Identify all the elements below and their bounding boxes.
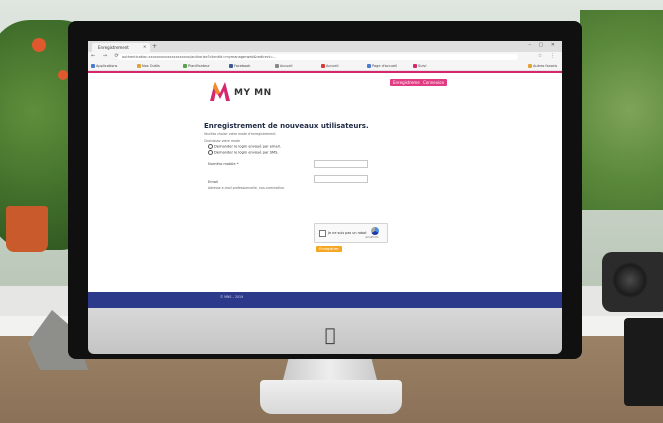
- tab-title: Enregistrement: [98, 45, 129, 50]
- radio-icon: [208, 144, 213, 149]
- url-field[interactable]: authentication.xxxxxxxxxxxxxxxxxxxx/auth…: [118, 54, 518, 60]
- bookmark-item[interactable]: Planificateur: [183, 63, 210, 69]
- bookmark-item[interactable]: Nos Outils: [137, 63, 160, 69]
- browser-tab[interactable]: Enregistrement: [92, 43, 150, 52]
- page-content: MY MN Enregistrement Connexion Enregistr…: [88, 73, 562, 308]
- page-footer: © MNS – 2019: [88, 292, 562, 308]
- bookmark-label: Page d'accueil: [372, 64, 398, 68]
- new-tab-icon[interactable]: +: [152, 43, 157, 50]
- bookmark-item[interactable]: Facebook: [229, 63, 250, 69]
- speaker: [624, 318, 663, 406]
- recaptcha-label: Je ne suis pas un robot: [328, 231, 367, 235]
- bookmark-label: Planificateur: [188, 64, 210, 68]
- form-title: Enregistrement de nouveaux utilisateurs.: [204, 122, 369, 130]
- bookmark-icon: [367, 64, 371, 68]
- monitor-stand-base: [260, 380, 402, 414]
- radio-sms-option[interactable]: Demander le login envoyé par SMS.: [208, 150, 279, 155]
- window-controls[interactable]: – ▢ ✕: [528, 42, 558, 48]
- email-help: Adresse e-mail professionnelle, non-nomi…: [208, 186, 285, 190]
- bookmark-label: Autres favoris: [533, 64, 558, 68]
- phone-label: Numéro mobile *: [208, 162, 239, 166]
- logo-text: MY MN: [234, 88, 272, 98]
- bookmark-item[interactable]: Accueil: [321, 63, 339, 69]
- bookmark-icon: [91, 64, 95, 68]
- bookmark-label: Nos Outils: [142, 64, 160, 68]
- flower: [32, 38, 46, 52]
- bookmark-item[interactable]: Page d'accueil: [367, 63, 397, 69]
- browser-addressbar: ← → ⟳ authentication.xxxxxxxxxxxxxxxxxxx…: [88, 52, 562, 62]
- bookmark-icon: [183, 64, 187, 68]
- flower: [58, 70, 68, 80]
- bookmark-item[interactable]: Suivi: [413, 63, 426, 69]
- mode-label: Choisissez votre mode: [204, 139, 240, 143]
- plant-pot: [6, 206, 48, 252]
- bookmark-icon: [321, 64, 325, 68]
- footer-text: © MNS – 2019: [220, 295, 244, 299]
- bookmark-item[interactable]: Autres favoris: [528, 63, 557, 69]
- radio-email-label: Demander le login envoyé par email.: [214, 144, 281, 149]
- camera-lens: [612, 262, 648, 298]
- browser-tabbar: Enregistrement ✕ + – ▢ ✕: [88, 41, 562, 52]
- bookmark-icon: [275, 64, 279, 68]
- recaptcha-checkbox[interactable]: [319, 230, 326, 237]
- bookmark-label: Accueil: [326, 64, 339, 68]
- bookmark-label: Facebook: [234, 64, 251, 68]
- tab-close-icon[interactable]: ✕: [143, 44, 146, 49]
- plant-foliage-right: [580, 10, 663, 210]
- bookmark-item[interactable]: Applications: [91, 63, 117, 69]
- radio-icon: [208, 150, 213, 155]
- bookmark-label: Suivi: [418, 64, 427, 68]
- bookmarks-bar: Applications Nos Outils Planificateur Faceb…: [88, 62, 562, 71]
- recaptcha-logo-icon: [371, 227, 379, 235]
- apple-logo-icon: : [319, 325, 341, 347]
- photo-scene:  Enregistrement ✕ + – ▢ ✕ ← → ⟳ authent…: [0, 0, 663, 423]
- logo-mark-icon: [210, 82, 230, 101]
- bookmark-icon: [413, 64, 417, 68]
- bookmark-icon: [229, 64, 233, 68]
- bookmark-icon: [137, 64, 141, 68]
- recaptcha-widget[interactable]: Je ne suis pas un robot reCAPTCHA: [314, 223, 388, 243]
- bookmark-icon: [528, 64, 532, 68]
- form-subtitle: Veuillez choisir votre mode d'enregistre…: [204, 132, 277, 136]
- recaptcha-brand: reCAPTCHA: [365, 236, 379, 239]
- login-button[interactable]: Connexion: [420, 79, 448, 86]
- star-icon[interactable]: ☆ ⋮: [538, 53, 558, 59]
- email-input[interactable]: [314, 175, 368, 183]
- bookmark-label: Accueil: [280, 64, 293, 68]
- radio-sms-label: Demander le login envoyé par SMS.: [214, 150, 279, 155]
- phone-input[interactable]: [314, 160, 368, 168]
- submit-button[interactable]: Enregistrer: [316, 246, 342, 252]
- bookmark-label: Applications: [96, 64, 118, 68]
- bookmark-item[interactable]: Accueil: [275, 63, 293, 69]
- screen: Enregistrement ✕ + – ▢ ✕ ← → ⟳ authentic…: [88, 41, 562, 308]
- radio-email-option[interactable]: Demander le login envoyé par email.: [208, 144, 281, 149]
- email-label: Email: [208, 180, 218, 184]
